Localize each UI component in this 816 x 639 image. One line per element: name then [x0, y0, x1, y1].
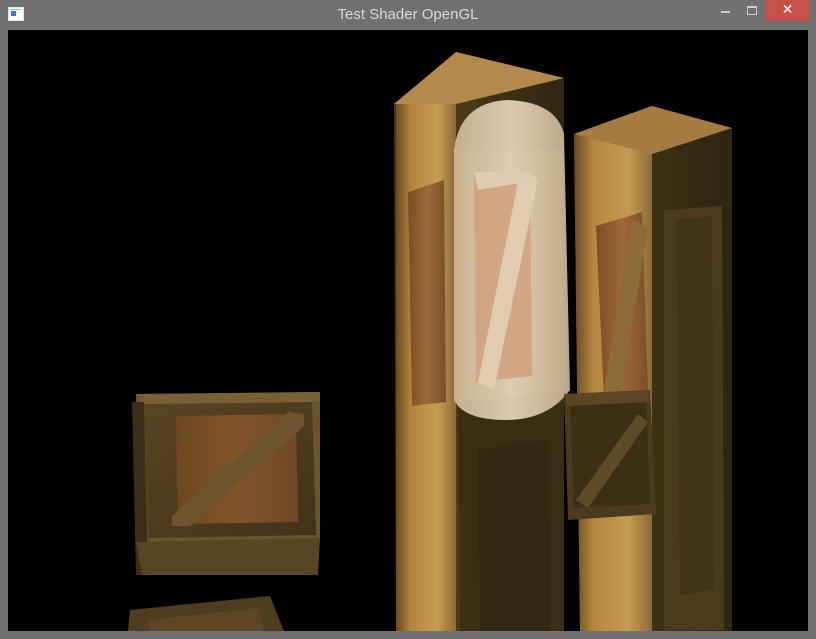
close-icon: ✕	[781, 2, 794, 18]
opengl-viewport[interactable]	[8, 30, 808, 631]
window-title: Test Shader OpenGL	[337, 6, 479, 23]
crate-left	[132, 392, 320, 575]
pillar-2	[574, 106, 732, 631]
title-bar[interactable]: Test Shader OpenGL ✕	[0, 0, 816, 30]
close-button[interactable]: ✕	[765, 0, 810, 21]
spotlight	[454, 100, 570, 420]
crate-bottom	[128, 596, 284, 631]
minimize-button[interactable]	[712, 0, 739, 21]
scene-render	[128, 52, 732, 631]
crate-middle	[564, 390, 656, 520]
maximize-button[interactable]	[739, 0, 765, 21]
app-window: Test Shader OpenGL ✕	[0, 0, 816, 639]
